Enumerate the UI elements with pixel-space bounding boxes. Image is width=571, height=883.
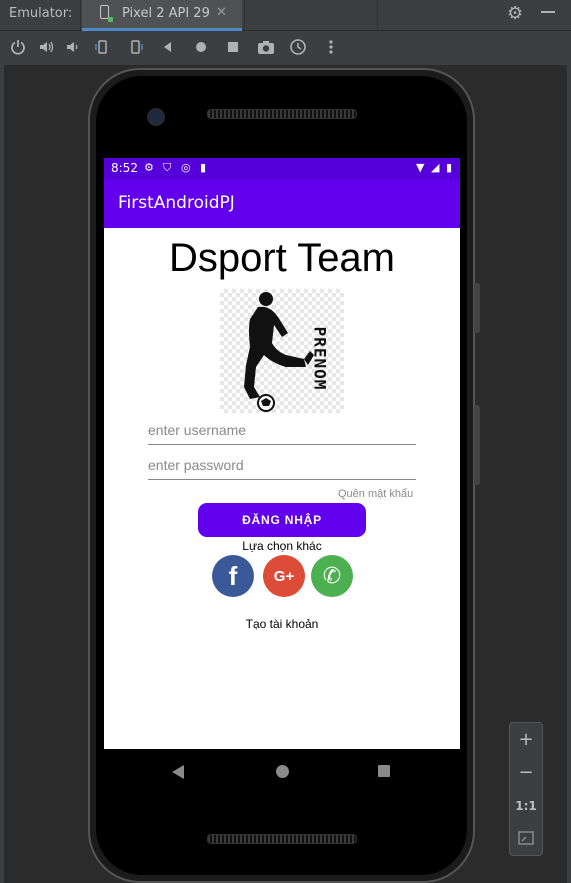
team-logo-image: PRENOM [220, 289, 344, 413]
status-bar: 8:52 ⚙ ⛉ ◎ ▮ ▼ ◢ ▮ [104, 158, 460, 179]
tab-pixel-2-api-29[interactable]: Pixel 2 API 29 ✕ [82, 0, 242, 31]
wifi-icon: ▼ [416, 161, 425, 174]
username-input[interactable] [148, 418, 416, 442]
device-icon [100, 5, 113, 22]
emulator-toolbar [0, 31, 571, 63]
bottom-speaker-grille [207, 834, 357, 844]
minimize-icon[interactable] [541, 11, 555, 13]
close-icon[interactable]: ✕ [216, 5, 227, 20]
rotate-left-icon[interactable] [90, 31, 114, 63]
device-side-button[interactable] [474, 405, 480, 485]
login-button[interactable]: ĐĂNG NHẬP [198, 503, 366, 537]
whatsapp-icon[interactable]: ✆ [311, 555, 353, 597]
signal-icon: ◢ [431, 161, 440, 174]
app-title: FirstAndroidPJ [118, 193, 235, 213]
back-icon[interactable] [156, 31, 180, 63]
nav-home-icon[interactable] [276, 765, 289, 778]
username-field[interactable] [148, 418, 416, 445]
divider [244, 0, 245, 30]
power-icon[interactable] [6, 31, 30, 63]
nav-recents-icon[interactable] [378, 765, 390, 777]
snapshot-icon[interactable] [286, 31, 310, 63]
app-bar: FirstAndroidPJ [104, 179, 460, 228]
gear-icon[interactable]: ⚙ [507, 3, 523, 24]
shield-icon: ⛉ [163, 161, 172, 174]
status-time: 8:52 [111, 161, 138, 175]
device-side-button[interactable] [474, 283, 480, 333]
battery-icon: ▮ [446, 161, 453, 174]
sync-icon: ◎ [181, 161, 191, 174]
page-title: Dsport Team [168, 236, 395, 280]
sd-card-icon: ▮ [200, 161, 207, 174]
zoom-panel: + − 1:1 [509, 722, 543, 856]
other-options-label: Lựa chọn khác [242, 539, 322, 553]
zoom-actual-size-button[interactable]: 1:1 [510, 799, 542, 813]
tab-label: Pixel 2 API 29 [122, 6, 210, 21]
password-input[interactable] [148, 453, 416, 477]
volume-down-icon[interactable] [60, 31, 84, 63]
emulator-tool-window-header: Emulator: Pixel 2 API 29 ✕ ⚙ [0, 0, 571, 31]
more-icon[interactable] [319, 31, 343, 63]
zoom-in-icon[interactable]: + [510, 729, 542, 750]
home-icon[interactable] [189, 31, 213, 63]
create-account-link[interactable]: Tạo tài khoản [104, 617, 460, 631]
nav-back-icon[interactable] [172, 765, 184, 779]
device-screen: 8:52 ⚙ ⛉ ◎ ▮ ▼ ◢ ▮ FirstAndroidPJ Dsport… [104, 158, 460, 749]
google-plus-icon[interactable]: G+ [263, 555, 305, 597]
front-camera [147, 108, 165, 126]
volume-up-icon[interactable] [34, 31, 58, 63]
password-field[interactable] [148, 453, 416, 480]
rotate-right-icon[interactable] [124, 31, 148, 63]
zoom-out-icon[interactable]: − [510, 762, 542, 783]
overview-icon[interactable] [221, 31, 245, 63]
facebook-icon[interactable]: f [212, 555, 254, 597]
settings-icon: ⚙ [144, 161, 154, 174]
top-speaker-grille [207, 109, 357, 119]
divider [377, 0, 378, 30]
logo-text: PRENOM [310, 326, 330, 391]
camera-icon[interactable] [254, 31, 278, 63]
divider [80, 0, 81, 30]
fit-screen-icon[interactable] [510, 829, 542, 850]
navigation-bar [104, 749, 460, 795]
emulator-label: Emulator: [9, 6, 73, 21]
forgot-password-link[interactable]: Quên mật khẩu [338, 488, 413, 500]
